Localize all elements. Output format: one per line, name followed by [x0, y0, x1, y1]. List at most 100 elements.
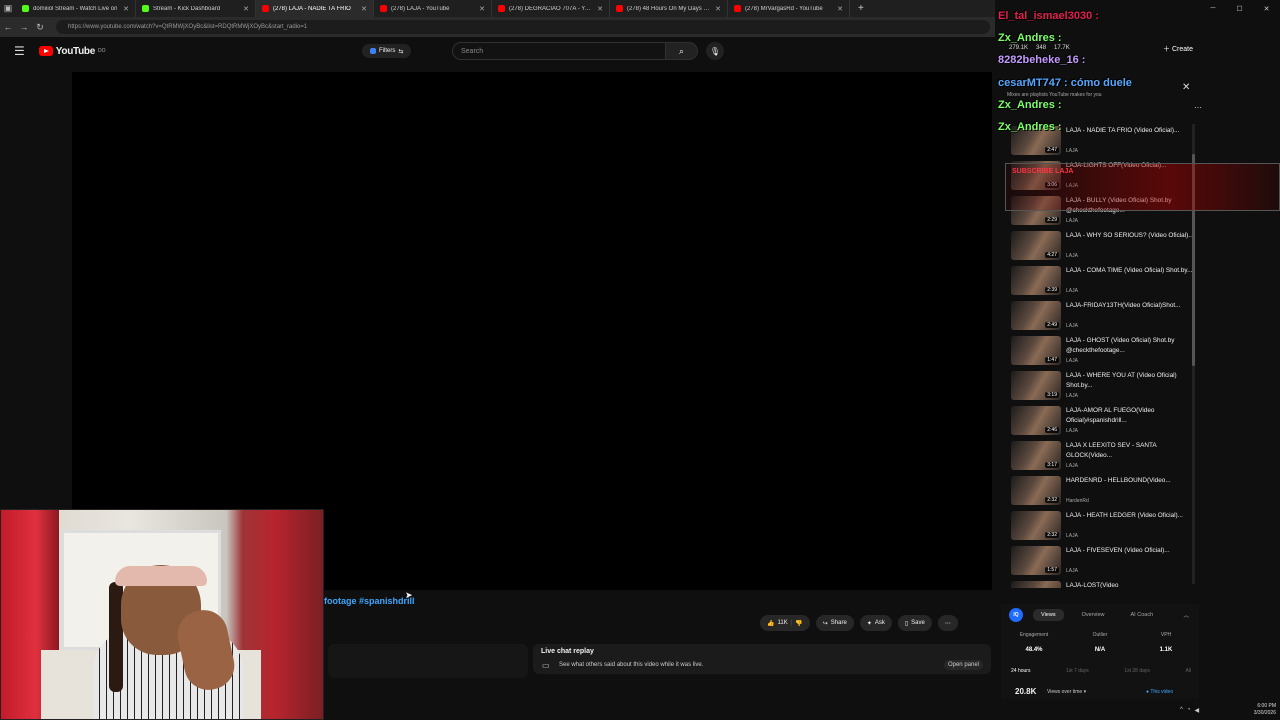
browser-tab[interactable]: domiiiol Stream - Watch Live on ✕: [16, 0, 136, 17]
views-over-time-dropdown[interactable]: Views over time ▾: [1047, 689, 1086, 695]
video-thumbnail[interactable]: 1:47: [1011, 336, 1061, 365]
close-tab-icon[interactable]: ✕: [597, 5, 603, 13]
video-thumbnail[interactable]: [1011, 581, 1061, 588]
video-title[interactable]: LAJA-AMOR AL FUEGO(Video Oficial)#spanis…: [1066, 406, 1194, 426]
video-thumbnail[interactable]: 3:17: [1011, 441, 1061, 470]
playlist-more-icon[interactable]: ⋯: [1194, 103, 1202, 112]
video-channel[interactable]: LAJA: [1066, 393, 1078, 399]
video-thumbnail[interactable]: 2:46: [1011, 406, 1061, 435]
video-title[interactable]: LAJA - NADIE TA FRIO (Video Oficial)...: [1066, 126, 1194, 146]
search-input[interactable]: Search: [452, 42, 666, 60]
close-tab-icon[interactable]: ✕: [361, 5, 367, 13]
playlist-item[interactable]: 2:49 LAJA-FRIDAY13TH(Video Oficial)Shot..…: [1011, 299, 1196, 334]
playlist-item[interactable]: 2:32 HARDENRD - HELLBOUND(Video... HardenR…: [1011, 474, 1196, 509]
playlist-item[interactable]: 2:32 LAJA - HEATH LEDGER (Video Oficial).…: [1011, 509, 1196, 544]
video-channel[interactable]: LAJA: [1066, 323, 1078, 329]
create-button[interactable]: ＋ Create: [1163, 44, 1193, 54]
tab-ai-coach[interactable]: AI Coach: [1123, 609, 1162, 621]
range-all[interactable]: All: [1185, 668, 1191, 674]
browser-tab[interactable]: (278) LAJA - YouTube ✕: [374, 0, 492, 17]
video-title[interactable]: LAJA - COMA TIME (Video Oficial) Shot.by…: [1066, 266, 1194, 286]
tab-views[interactable]: Views: [1033, 609, 1064, 621]
playlist-item[interactable]: 1:57 LAJA - FIVESEVEN (Video Oficial)... L…: [1011, 544, 1196, 579]
video-title[interactable]: LAJA - GHOST (Video Oficial) Shot.by @ch…: [1066, 336, 1194, 356]
browser-tab[interactable]: Stream - Kick Dashboard ✕: [136, 0, 256, 17]
tab-overview[interactable]: Overview: [1074, 609, 1113, 621]
playlist-item[interactable]: 3:19 LAJA - WHERE YOU AT (Video Oficial) …: [1011, 369, 1196, 404]
voice-search-button[interactable]: 🎙: [706, 42, 724, 60]
video-thumbnail[interactable]: 1:57: [1011, 546, 1061, 575]
video-channel[interactable]: LAJA: [1066, 288, 1078, 294]
network-icon[interactable]: ◔: [1187, 707, 1191, 713]
video-thumbnail[interactable]: 2:49: [1011, 301, 1061, 330]
browser-tab[interactable]: (278) 48 Hours On My Days Off ✕: [610, 0, 728, 17]
video-title[interactable]: LAJA-FRIDAY13TH(Video Oficial)Shot...: [1066, 301, 1194, 321]
more-actions-button[interactable]: ⋯: [937, 615, 958, 631]
video-title[interactable]: LAJA - WHERE YOU AT (Video Oficial) Shot…: [1066, 371, 1194, 391]
playlist-item[interactable]: 1:47 LAJA - GHOST (Video Oficial) Shot.by…: [1011, 334, 1196, 369]
back-icon[interactable]: ←: [0, 22, 16, 32]
close-tab-icon[interactable]: ✕: [837, 5, 843, 13]
live-chat-replay[interactable]: Live chat replay ▭ See what others said …: [533, 644, 991, 674]
video-title[interactable]: HARDENRD - HELLBOUND(Video...: [1066, 476, 1194, 496]
video-title[interactable]: LAJA - HEATH LEDGER (Video Oficial)...: [1066, 511, 1194, 531]
video-title[interactable]: LAJA X LEEXITO SEV - SANTA GLOCK(Video..…: [1066, 441, 1194, 461]
video-channel[interactable]: LAJA: [1066, 148, 1078, 154]
video-thumbnail[interactable]: 3:19: [1011, 371, 1061, 400]
video-title[interactable]: LAJA-LOST(Video: [1066, 581, 1194, 588]
url-field[interactable]: https://www.youtube.com/watch?v=QtRMWjXO…: [56, 20, 990, 34]
filters-button[interactable]: Filters ⇆: [362, 44, 412, 58]
close-playlist-icon[interactable]: ✕: [1182, 82, 1190, 93]
reload-icon[interactable]: ↻: [32, 22, 48, 33]
playlist-item[interactable]: LAJA-LOST(Video: [1011, 579, 1196, 588]
maximize-icon[interactable]: ☐: [1236, 5, 1242, 13]
video-title[interactable]: LAJA - WHY SO SERIOUS? (Video Oficial)..…: [1066, 231, 1194, 251]
playlist-item[interactable]: 4:27 LAJA - WHY SO SERIOUS? (Video Oficia…: [1011, 229, 1196, 264]
video-channel[interactable]: LAJA: [1066, 218, 1078, 224]
playlist-item[interactable]: 2:39 LAJA - COMA TIME (Video Oficial) Sho…: [1011, 264, 1196, 299]
tray-chevron-icon[interactable]: ^: [1180, 707, 1183, 713]
share-button[interactable]: ↪ Share: [815, 615, 854, 631]
thumbs-down-icon[interactable]: 👎: [795, 620, 802, 627]
youtube-logo[interactable]: YouTube DO: [38, 46, 105, 57]
video-channel[interactable]: HardenRd: [1066, 498, 1089, 504]
close-tab-icon[interactable]: ✕: [479, 5, 485, 13]
forward-icon[interactable]: →: [16, 22, 32, 32]
video-thumbnail[interactable]: 2:32: [1011, 511, 1061, 540]
video-channel[interactable]: LAJA: [1066, 358, 1078, 364]
video-thumbnail[interactable]: 2:39: [1011, 266, 1061, 295]
playlist-item[interactable]: 3:17 LAJA X LEEXITO SEV - SANTA GLOCK(Vid…: [1011, 439, 1196, 474]
video-channel[interactable]: LAJA: [1066, 463, 1078, 469]
open-panel-button[interactable]: Open panel: [943, 660, 983, 670]
close-tab-icon[interactable]: ✕: [715, 5, 721, 13]
close-tab-icon[interactable]: ✕: [243, 5, 249, 13]
range-28d[interactable]: 1st 28 days: [1124, 668, 1150, 674]
browser-tab[interactable]: (278) DEGRACIAO 707A - YouTube ✕: [492, 0, 610, 17]
ask-button[interactable]: ✦ Ask: [859, 615, 892, 631]
minimize-icon[interactable]: ─: [1210, 5, 1215, 12]
video-channel[interactable]: LAJA: [1066, 428, 1078, 434]
description-panel[interactable]: [328, 644, 528, 678]
like-button[interactable]: 👍 11K | 👎: [760, 615, 810, 631]
video-channel[interactable]: LAJA: [1066, 568, 1078, 574]
range-24h[interactable]: 24 hours: [1011, 668, 1030, 674]
browser-tab[interactable]: (278) MrVargasRd - YouTube ✕: [728, 0, 850, 17]
tab-menu-icon[interactable]: ▣: [0, 3, 16, 14]
collapse-icon[interactable]: ︿: [1183, 611, 1189, 619]
range-7d[interactable]: 1st 7 days: [1066, 668, 1089, 674]
playlist-item[interactable]: 2:46 LAJA-AMOR AL FUEGO(Video Oficial)#sp…: [1011, 404, 1196, 439]
video-channel[interactable]: LAJA: [1066, 253, 1078, 259]
close-window-icon[interactable]: ✕: [1264, 5, 1270, 13]
video-thumbnail[interactable]: 4:27: [1011, 231, 1061, 260]
search-button[interactable]: ⌕: [666, 42, 698, 60]
video-title[interactable]: LAJA - FIVESEVEN (Video Oficial)...: [1066, 546, 1194, 566]
new-tab-icon[interactable]: +: [850, 3, 872, 14]
browser-tab[interactable]: (278) LAJA - NADIE TA FRIO ✕: [256, 0, 374, 17]
clock[interactable]: 6:00 PM 3/30/2026: [1254, 703, 1276, 717]
video-hashtags[interactable]: footage #spanishdrill: [324, 596, 415, 606]
video-thumbnail[interactable]: 2:32: [1011, 476, 1061, 505]
close-tab-icon[interactable]: ✕: [123, 5, 129, 13]
volume-icon[interactable]: ◀: [1194, 707, 1199, 714]
hamburger-menu-icon[interactable]: ☰: [14, 44, 25, 58]
save-button[interactable]: ▯ Save: [897, 615, 932, 631]
